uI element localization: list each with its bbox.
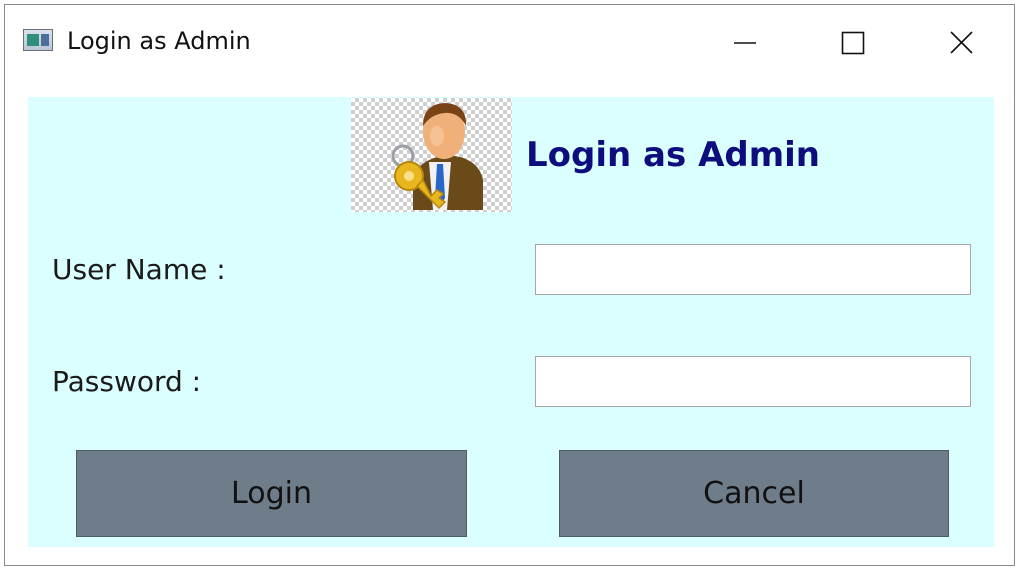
maximize-button[interactable]: [829, 21, 877, 65]
title-bar[interactable]: Login as Admin: [5, 5, 1014, 79]
admin-key-icon: [351, 98, 512, 212]
page-title: Login as Admin: [526, 135, 821, 175]
app-window-icon: [23, 29, 53, 51]
minimize-button[interactable]: [721, 21, 769, 65]
password-label: Password :: [52, 365, 202, 398]
password-input[interactable]: [535, 356, 971, 407]
cancel-button-label: Cancel: [703, 476, 805, 511]
window-title: Login as Admin: [67, 27, 251, 55]
login-button-label: Login: [231, 476, 312, 511]
login-button[interactable]: Login: [76, 450, 467, 537]
minimize-icon: [734, 42, 756, 44]
close-button[interactable]: [937, 21, 985, 65]
maximize-icon: [841, 31, 865, 55]
login-window: Login as Admin Login as Admin User Name …: [4, 4, 1015, 566]
username-label: User Name :: [52, 253, 226, 286]
cancel-button[interactable]: Cancel: [559, 450, 949, 537]
close-icon: [950, 31, 973, 54]
username-input[interactable]: [535, 244, 971, 295]
login-panel: Login as Admin User Name : Password : Lo…: [28, 97, 994, 547]
